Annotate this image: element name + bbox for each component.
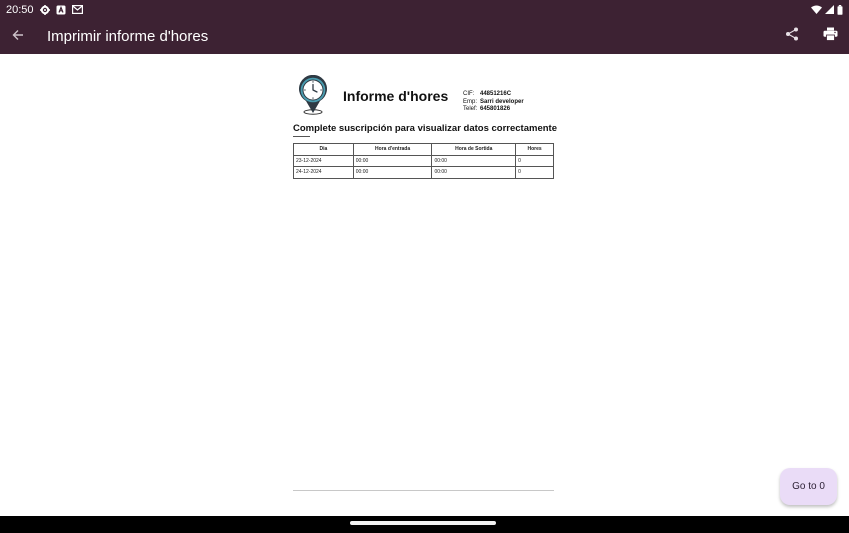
navigation-bar	[0, 516, 849, 533]
print-button[interactable]	[811, 19, 849, 54]
table-cell: 0	[515, 154, 554, 167]
emp-value: Sarri developer	[480, 98, 524, 105]
table-cell: 0	[515, 166, 554, 179]
print-icon	[823, 27, 838, 46]
page-title: Imprimir informe d'hores	[47, 28, 209, 45]
cif-label: CIF:	[463, 91, 475, 97]
signal-icon	[825, 5, 834, 14]
column-header-hores: Hores	[515, 143, 554, 156]
share-button[interactable]	[773, 19, 811, 54]
status-time: 20:50	[6, 3, 34, 16]
pdf-preview[interactable]: Informe d'hores CIF: 44851216C Emp: Sarri …	[0, 54, 849, 516]
cif-value: 44851216C	[480, 91, 512, 97]
page-divider	[293, 490, 554, 491]
report-title: Informe d'hores	[343, 88, 449, 104]
gmail-icon	[71, 5, 83, 14]
go-to-page-button[interactable]: Go to 0	[780, 468, 837, 505]
table-cell: 00:00	[431, 154, 517, 167]
table-cell: 24-12-2024	[293, 166, 354, 179]
table-row: 24-12-2024 00:00 00:00 0	[293, 166, 554, 179]
wifi-icon	[811, 5, 822, 14]
table-cell: 00:00	[431, 166, 517, 179]
battery-icon	[837, 4, 843, 15]
app-notification-icon	[56, 5, 66, 15]
share-icon	[785, 27, 799, 46]
phone-label: Telef:	[463, 106, 478, 112]
table-row: 23-12-2024 00:00 00:00 0	[293, 154, 554, 167]
back-button[interactable]	[0, 19, 36, 54]
table-cell: 23-12-2024	[293, 154, 354, 167]
phone-value: 645801826	[480, 106, 511, 112]
column-header-hora-sortida: Hora de Sortida	[431, 143, 517, 156]
app-bar: Imprimir informe d'hores	[0, 19, 849, 54]
report-header: Informe d'hores CIF: 44851216C Emp: Sarri …	[293, 74, 554, 118]
table-cell: 00:00	[352, 166, 433, 179]
status-right	[811, 4, 843, 15]
subscription-notice: Complete suscripción para visualizar dat…	[293, 123, 557, 134]
company-info: CIF: 44851216C Emp: Sarri developer Telef:…	[463, 91, 524, 114]
table-cell: 00:00	[352, 154, 433, 167]
status-left: 20:50	[6, 4, 83, 16]
app-bar-actions	[773, 19, 849, 54]
arrow-back-icon	[12, 28, 24, 46]
settings-icon	[39, 4, 50, 15]
column-header-dia: Dia	[293, 143, 354, 156]
home-gesture-handle[interactable]	[350, 521, 496, 525]
notice-underline	[293, 136, 310, 137]
table-header-row: Dia Hora d'entrada Hora de Sortida Hores	[293, 143, 554, 156]
emp-label: Emp:	[463, 98, 478, 105]
clock-location-logo-icon	[298, 74, 328, 115]
hours-table: Dia Hora d'entrada Hora de Sortida Hores…	[293, 143, 554, 179]
status-bar: 20:50	[0, 0, 849, 19]
column-header-hora-entrada: Hora d'entrada	[352, 143, 433, 156]
report-page: Informe d'hores CIF: 44851216C Emp: Sarri …	[293, 74, 557, 179]
